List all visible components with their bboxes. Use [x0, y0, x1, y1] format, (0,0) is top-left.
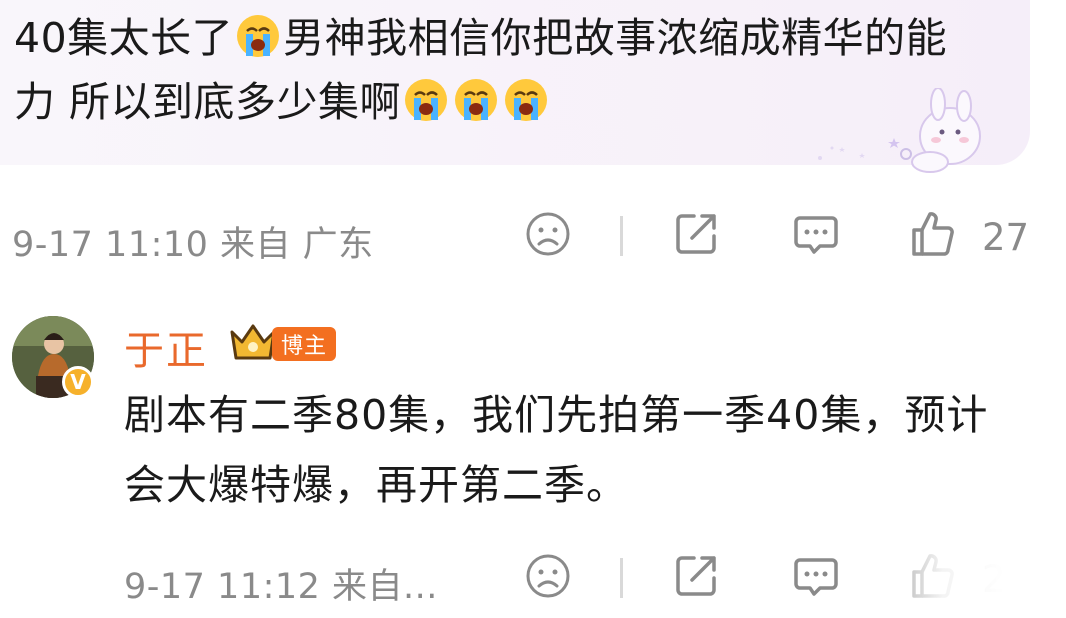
share-icon: [676, 556, 716, 596]
divider: [620, 216, 623, 256]
like-count: 27: [982, 216, 1030, 259]
blogger-badge: 博主: [272, 327, 336, 361]
crying-face-icon: [237, 15, 280, 57]
reply-text: 剧本有二季80集，我们先拍第一季40集，预计会大爆特爆，再开第二季。: [124, 391, 989, 509]
comment-timestamp: 9-17 11:10 来自 广东: [12, 225, 374, 265]
bunny-decoration-icon: [818, 88, 981, 173]
like-button[interactable]: [906, 208, 958, 260]
comment-text-part1: 40集太长了: [14, 14, 234, 62]
comment-icon: [794, 216, 838, 254]
dislike-button[interactable]: [522, 550, 574, 602]
dislike-button[interactable]: [522, 208, 574, 260]
comment-bubble: 40集太长了 男神我相信你把故事浓缩成精华的能力 所以到底多少集啊: [0, 0, 1030, 173]
share-button[interactable]: [670, 208, 722, 260]
comment-button[interactable]: [790, 550, 842, 602]
comment-meta-row: 9-17 11:10 来自 广东 27: [0, 206, 1066, 266]
comment-icon: [794, 558, 838, 596]
share-icon: [676, 214, 716, 254]
username[interactable]: 于正: [124, 318, 208, 376]
sad-face-icon: [526, 212, 570, 256]
crying-face-icon: [455, 79, 498, 121]
comment-button[interactable]: [790, 208, 842, 260]
crying-face-icon: [505, 79, 548, 121]
bottom-fade-overlay: [860, 548, 1066, 618]
crying-face-icon: [405, 79, 448, 121]
verified-badge-icon: V: [62, 366, 94, 398]
divider: [620, 558, 623, 598]
thumbs-up-icon: [912, 212, 954, 256]
share-button[interactable]: [670, 550, 722, 602]
reply-timestamp: 9-17 11:12 来自...: [124, 567, 438, 607]
sad-face-icon: [526, 554, 570, 598]
crown-icon: [230, 324, 276, 360]
